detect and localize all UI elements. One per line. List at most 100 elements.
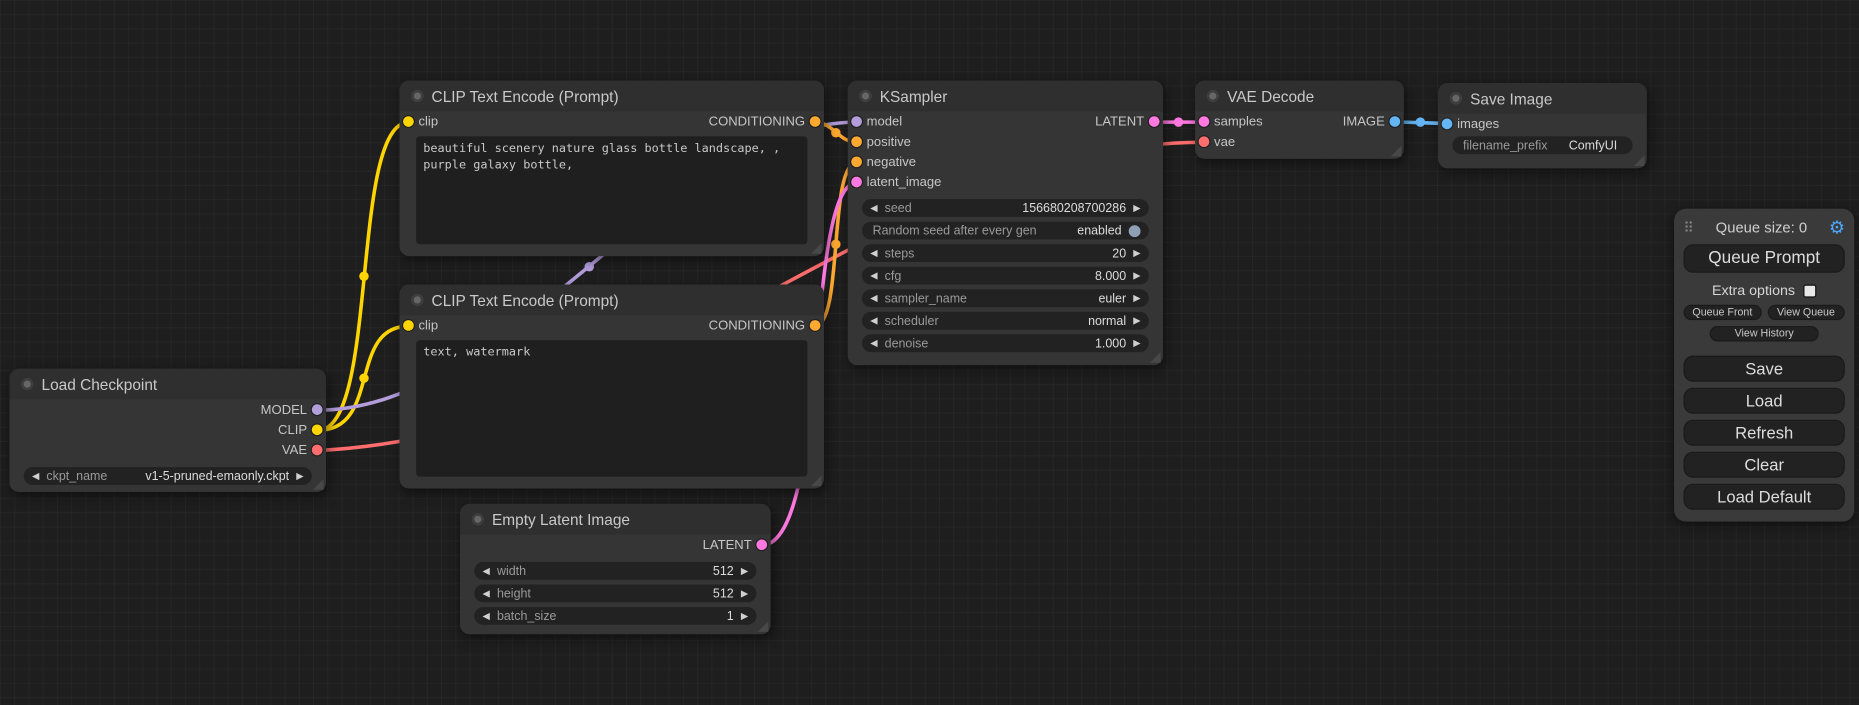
- widget-value: 20: [914, 246, 1126, 260]
- decrement-arrow-icon[interactable]: ◀: [483, 611, 490, 620]
- widget-denoise[interactable]: ◀ denoise 1.000 ▶: [862, 334, 1149, 352]
- prev-arrow-icon[interactable]: ◀: [870, 293, 877, 302]
- negative-prompt-textarea[interactable]: text, watermark: [416, 340, 807, 476]
- decrement-arrow-icon[interactable]: ◀: [870, 338, 877, 347]
- output-port-model[interactable]: [312, 404, 323, 415]
- input-port-vae[interactable]: [1199, 136, 1210, 147]
- decrement-arrow-icon[interactable]: ◀: [483, 589, 490, 598]
- widget-label: cfg: [885, 269, 902, 283]
- link-midpoint-dot: [831, 128, 840, 137]
- comfy-menu-panel[interactable]: ⠿ Queue size: 0 ⚙ Queue Prompt Extra opt…: [1674, 209, 1854, 522]
- node-status-dot-icon[interactable]: [1207, 90, 1219, 102]
- prev-arrow-icon[interactable]: ◀: [870, 316, 877, 325]
- node-clip-text-encode-positive[interactable]: CLIP Text Encode (Prompt) clip CONDITION…: [400, 81, 824, 256]
- increment-arrow-icon[interactable]: ▶: [1133, 271, 1140, 280]
- input-port-images[interactable]: [1442, 119, 1453, 130]
- next-arrow-icon[interactable]: ▶: [296, 471, 303, 480]
- node-status-dot-icon[interactable]: [472, 513, 484, 525]
- settings-gear-icon[interactable]: ⚙: [1829, 217, 1845, 238]
- load-button[interactable]: Load: [1684, 388, 1845, 414]
- node-status-dot-icon[interactable]: [860, 90, 872, 102]
- load-default-button[interactable]: Load Default: [1684, 484, 1845, 510]
- input-port-positive[interactable]: [851, 136, 862, 147]
- output-port-clip[interactable]: [312, 424, 323, 435]
- output-port-conditioning[interactable]: [810, 320, 821, 331]
- node-title-bar[interactable]: CLIP Text Encode (Prompt): [400, 285, 824, 316]
- node-graph-canvas[interactable]: Load Checkpoint MODEL CLIP VAE ◀ ckpt_na…: [0, 0, 1859, 705]
- node-empty-latent-image[interactable]: Empty Latent Image LATENT ◀ width 512 ▶ …: [460, 504, 771, 634]
- input-port-model[interactable]: [851, 116, 862, 127]
- node-title-bar[interactable]: CLIP Text Encode (Prompt): [400, 81, 824, 112]
- node-save-image[interactable]: Save Image images filename_prefix ComfyU…: [1438, 83, 1647, 168]
- input-port-latent-image[interactable]: [851, 177, 862, 188]
- view-history-button[interactable]: View History: [1710, 326, 1819, 341]
- next-arrow-icon[interactable]: ▶: [1133, 316, 1140, 325]
- increment-arrow-icon[interactable]: ▶: [741, 566, 748, 575]
- link-midpoint-dot: [831, 239, 840, 248]
- widget-value: 8.000: [901, 269, 1126, 283]
- input-port-samples[interactable]: [1199, 116, 1210, 127]
- node-status-dot-icon[interactable]: [21, 378, 33, 390]
- widget-random-seed-toggle[interactable]: Random seed after every gen enabled: [862, 222, 1149, 240]
- save-button[interactable]: Save: [1684, 356, 1845, 382]
- increment-arrow-icon[interactable]: ▶: [741, 611, 748, 620]
- node-ksampler[interactable]: KSampler model LATENT positive negative …: [848, 81, 1163, 366]
- widget-height[interactable]: ◀ height 512 ▶: [474, 585, 756, 603]
- widget-ckpt-name[interactable]: ◀ ckpt_name v1-5-pruned-emaonly.ckpt ▶: [24, 467, 312, 485]
- node-status-dot-icon[interactable]: [411, 294, 423, 306]
- next-arrow-icon[interactable]: ▶: [1133, 293, 1140, 302]
- widget-sampler-name[interactable]: ◀ sampler_name euler ▶: [862, 289, 1149, 307]
- clear-button[interactable]: Clear: [1684, 452, 1845, 478]
- node-status-dot-icon[interactable]: [411, 90, 423, 102]
- output-port-latent[interactable]: [756, 539, 767, 550]
- increment-arrow-icon[interactable]: ▶: [1133, 203, 1140, 212]
- widget-seed[interactable]: ◀ seed 156680208700286 ▶: [862, 199, 1149, 217]
- slot-row: positive: [848, 132, 1163, 152]
- widget-cfg[interactable]: ◀ cfg 8.000 ▶: [862, 267, 1149, 285]
- node-vae-decode[interactable]: VAE Decode samples IMAGE vae: [1195, 81, 1404, 159]
- node-title-bar[interactable]: KSampler: [848, 81, 1163, 112]
- widget-label: seed: [885, 201, 912, 215]
- increment-arrow-icon[interactable]: ▶: [741, 589, 748, 598]
- increment-arrow-icon[interactable]: ▶: [1133, 338, 1140, 347]
- widget-batch-size[interactable]: ◀ batch_size 1 ▶: [474, 607, 756, 625]
- increment-arrow-icon[interactable]: ▶: [1133, 248, 1140, 257]
- extra-options-checkbox[interactable]: [1803, 284, 1816, 297]
- output-port-vae[interactable]: [312, 445, 323, 456]
- input-port-negative[interactable]: [851, 156, 862, 167]
- toggle-knob[interactable]: [1129, 225, 1141, 237]
- link-midpoint-dot: [1174, 117, 1183, 126]
- node-title-bar[interactable]: Load Checkpoint: [9, 369, 326, 400]
- decrement-arrow-icon[interactable]: ◀: [483, 566, 490, 575]
- widget-scheduler[interactable]: ◀ scheduler normal ▶: [862, 312, 1149, 330]
- widget-steps[interactable]: ◀ steps 20 ▶: [862, 244, 1149, 262]
- decrement-arrow-icon[interactable]: ◀: [870, 203, 877, 212]
- node-title-bar[interactable]: Save Image: [1438, 83, 1647, 114]
- prev-arrow-icon[interactable]: ◀: [32, 471, 39, 480]
- widget-width[interactable]: ◀ width 512 ▶: [474, 562, 756, 580]
- input-port-clip[interactable]: [403, 116, 414, 127]
- extra-options-label: Extra options: [1712, 282, 1795, 299]
- output-port-latent[interactable]: [1149, 116, 1160, 127]
- widget-filename-prefix[interactable]: filename_prefix ComfyUI: [1452, 136, 1632, 154]
- output-port-conditioning[interactable]: [810, 116, 821, 127]
- decrement-arrow-icon[interactable]: ◀: [870, 271, 877, 280]
- decrement-arrow-icon[interactable]: ◀: [870, 248, 877, 257]
- slot-row: clip CONDITIONING: [400, 315, 824, 335]
- queue-front-button[interactable]: Queue Front: [1684, 305, 1762, 320]
- input-port-clip[interactable]: [403, 320, 414, 331]
- output-port-image[interactable]: [1390, 116, 1401, 127]
- node-title-bar[interactable]: VAE Decode: [1195, 81, 1404, 112]
- queue-prompt-button[interactable]: Queue Prompt: [1684, 244, 1845, 272]
- drag-handle-icon[interactable]: ⠿: [1684, 219, 1694, 236]
- node-title: Save Image: [1470, 90, 1552, 108]
- node-load-checkpoint[interactable]: Load Checkpoint MODEL CLIP VAE ◀ ckpt_na…: [9, 369, 326, 492]
- node-title: CLIP Text Encode (Prompt): [432, 87, 619, 105]
- node-status-dot-icon[interactable]: [1450, 92, 1462, 104]
- refresh-button[interactable]: Refresh: [1684, 420, 1845, 446]
- slot-row: LATENT: [460, 535, 771, 555]
- positive-prompt-textarea[interactable]: beautiful scenery nature glass bottle la…: [416, 136, 807, 244]
- node-title-bar[interactable]: Empty Latent Image: [460, 504, 771, 535]
- node-clip-text-encode-negative[interactable]: CLIP Text Encode (Prompt) clip CONDITION…: [400, 285, 824, 489]
- view-queue-button[interactable]: View Queue: [1767, 305, 1845, 320]
